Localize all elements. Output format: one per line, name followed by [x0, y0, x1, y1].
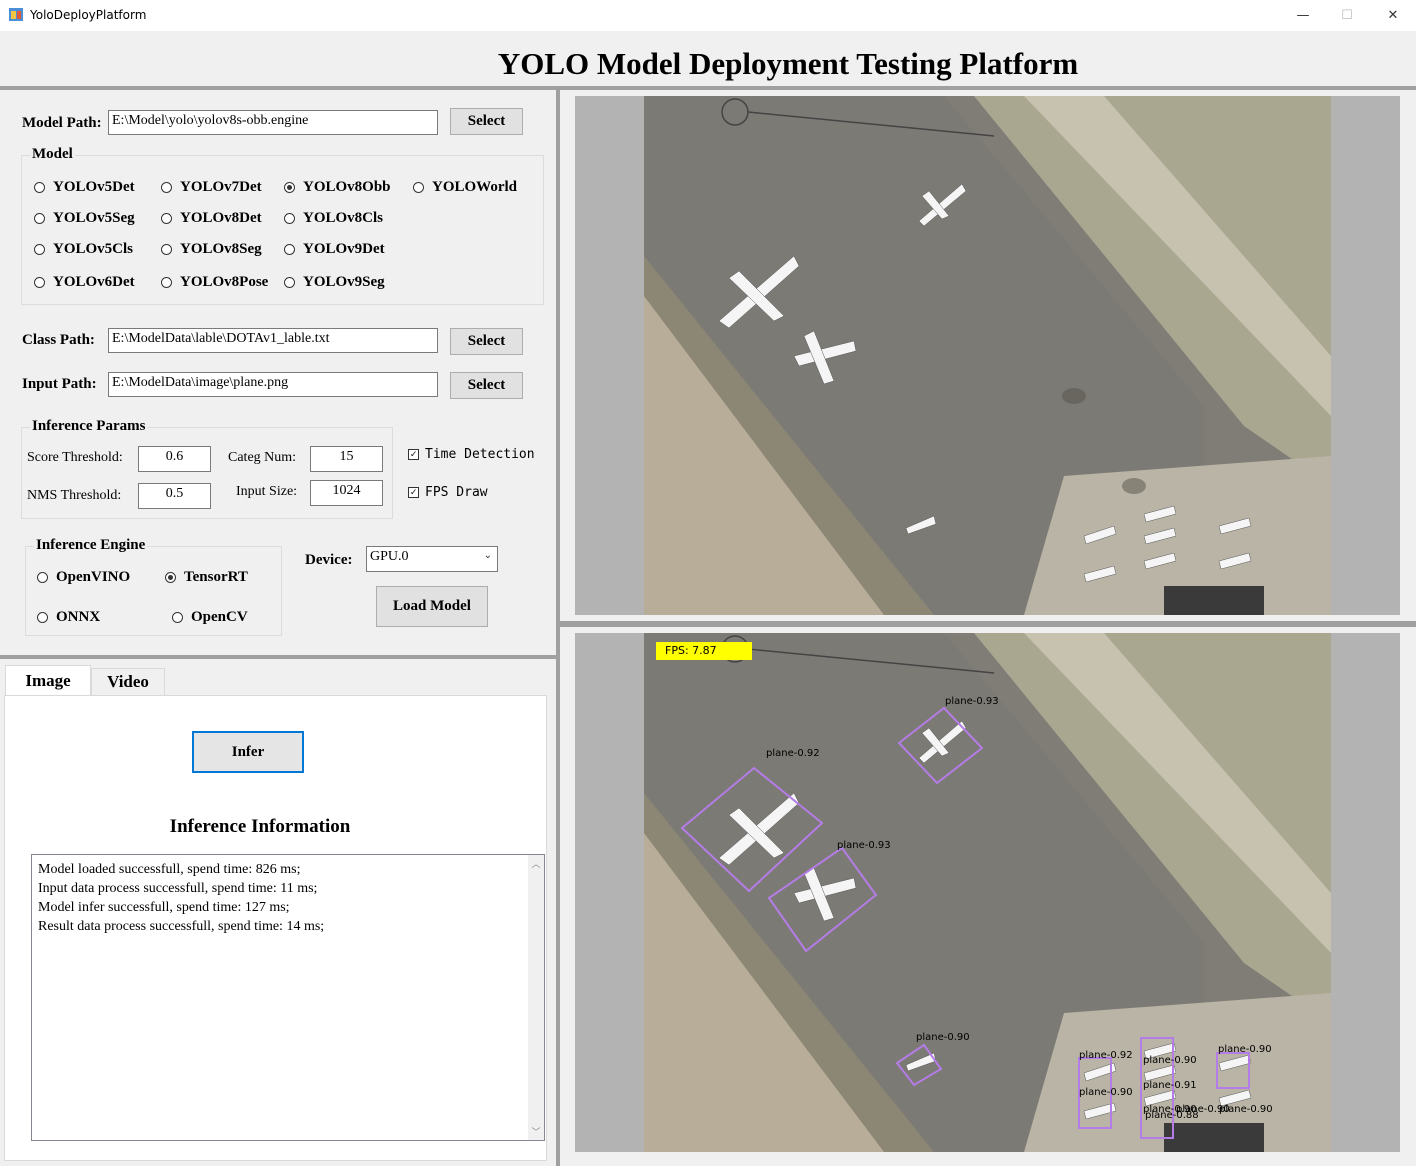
log-line: Model infer successfull, spend time: 127…	[38, 900, 290, 915]
input-size-label: Input Size:	[236, 484, 298, 499]
vertical-splitter[interactable]	[556, 90, 560, 1166]
detection-label: plane-0.90	[1079, 1087, 1133, 1098]
input-path-input[interactable]: E:\ModelData\image\plane.png	[108, 372, 438, 397]
class-path-input[interactable]: E:\ModelData\lable\DOTAv1_lable.txt	[108, 328, 438, 353]
radio-opencv[interactable]: OpenCV	[172, 609, 248, 626]
app-icon	[9, 8, 23, 21]
tab-image[interactable]: Image	[5, 665, 91, 696]
model-group: Model YOLOv5Det YOLOv7Det YOLOv8Obb YOLO…	[21, 146, 544, 305]
model-path-input[interactable]: E:\Model\yolo\yolov8s-obb.engine	[108, 110, 438, 135]
class-select-button[interactable]: Select	[450, 328, 523, 355]
radio-openvino[interactable]: OpenVINO	[37, 569, 130, 586]
radio-yolov8det[interactable]: YOLOv8Det	[161, 210, 262, 227]
result-image: FPS: 7.87 plane-0.93 plane-0.92 plane-0.…	[644, 633, 1331, 1152]
radio-yolov7det[interactable]: YOLOv7Det	[161, 179, 262, 196]
nms-threshold-input[interactable]: 0.5	[138, 483, 211, 509]
radio-yolov9det[interactable]: YOLOv9Det	[284, 241, 385, 258]
radio-yolov8obb[interactable]: YOLOv8Obb	[284, 179, 391, 196]
header: YOLO Model Deployment Testing Platform	[0, 32, 1416, 88]
radio-yolov9seg[interactable]: YOLOv9Seg	[284, 274, 385, 291]
log-line: Input data process successfull, spend ti…	[38, 881, 318, 896]
inference-info-title: Inference Information	[169, 816, 351, 837]
minimize-button[interactable]: —	[1280, 0, 1326, 31]
tab-video[interactable]: Video	[91, 668, 165, 695]
page-title: YOLO Model Deployment Testing Platform	[497, 46, 1079, 81]
detection-label: plane-0.92	[1079, 1050, 1133, 1061]
nms-threshold-label: NMS Threshold:	[27, 488, 122, 503]
fps-draw-checkbox[interactable]: ✓ FPS Draw	[408, 485, 488, 500]
scroll-down-icon[interactable]: ﹀	[528, 1125, 544, 1138]
detection-label: plane-0.90	[1218, 1044, 1272, 1055]
scrollbar[interactable]: ︿ ﹀	[528, 855, 544, 1140]
log-line: Result data process successfull, spend t…	[38, 919, 325, 934]
input-path-label: Input Path:	[22, 376, 97, 392]
input-image-view	[575, 96, 1400, 615]
device-label: Device:	[305, 552, 353, 568]
detection-label: plane-0.91	[1143, 1080, 1197, 1091]
window-titlebar: YoloDeployPlatform — ☐ ✕	[0, 0, 1416, 31]
class-path-label: Class Path:	[22, 332, 95, 348]
result-image-view: FPS: 7.87 plane-0.93 plane-0.92 plane-0.…	[575, 633, 1400, 1152]
inference-params-group: Inference Params Score Threshold: 0.6 Ca…	[21, 418, 393, 519]
device-select[interactable]: GPU.0 ⌄	[366, 546, 498, 572]
radio-yolov8cls[interactable]: YOLOv8Cls	[284, 210, 383, 227]
detection-label: plane-0.90	[916, 1032, 970, 1043]
model-select-button[interactable]: Select	[450, 108, 523, 135]
params-caption: Inference Params	[30, 418, 148, 435]
score-threshold-label: Score Threshold:	[27, 450, 123, 465]
radio-yolov5cls[interactable]: YOLOv5Cls	[34, 241, 133, 258]
radio-yolov5seg[interactable]: YOLOv5Seg	[34, 210, 135, 227]
tab-image-content: Infer Inference Information Model loaded…	[4, 695, 547, 1161]
detection-label: plane-0.93	[837, 840, 891, 851]
radio-tensorrt[interactable]: TensorRT	[165, 569, 248, 586]
window-title: YoloDeployPlatform	[30, 8, 147, 22]
input-select-button[interactable]: Select	[450, 372, 523, 399]
inference-panel: Image Video Infer Inference Information …	[0, 659, 556, 1166]
settings-panel: Model Path: E:\Model\yolo\yolov8s-obb.en…	[0, 90, 556, 655]
time-detection-checkbox[interactable]: ✓ Time Detection	[408, 447, 535, 462]
maximize-button[interactable]: ☐	[1324, 0, 1370, 31]
chevron-down-icon: ⌄	[483, 550, 492, 561]
scroll-up-icon[interactable]: ︿	[528, 857, 544, 870]
score-threshold-input[interactable]: 0.6	[138, 446, 211, 472]
input-size-input[interactable]: 1024	[310, 480, 383, 506]
radio-onnx[interactable]: ONNX	[37, 609, 100, 626]
radio-yolov8pose[interactable]: YOLOv8Pose	[161, 274, 268, 291]
input-image	[644, 96, 1331, 615]
inference-engine-group: Inference Engine OpenVINO TensorRT ONNX …	[25, 537, 282, 636]
detection-label: plane-0.90	[1176, 1104, 1230, 1115]
inference-log-textbox[interactable]: Model loaded successfull, spend time: 82…	[31, 854, 545, 1141]
radio-yolov8seg[interactable]: YOLOv8Seg	[161, 241, 262, 258]
radio-yolov5det[interactable]: YOLOv5Det	[34, 179, 135, 196]
detection-label: plane-0.90	[1143, 1055, 1197, 1066]
log-line: Model loaded successfull, spend time: 82…	[38, 862, 301, 877]
radio-yolov6det[interactable]: YOLOv6Det	[34, 274, 135, 291]
detection-label: plane-0.93	[945, 696, 999, 707]
fps-overlay: FPS: 7.87	[656, 642, 752, 660]
right-splitter[interactable]	[560, 621, 1416, 627]
categ-num-label: Categ Num:	[228, 450, 297, 465]
engine-caption: Inference Engine	[34, 537, 148, 554]
categ-num-input[interactable]: 15	[310, 446, 383, 472]
load-model-button[interactable]: Load Model	[376, 586, 488, 627]
detection-label: plane-0.92	[766, 748, 820, 759]
model-group-caption: Model	[30, 146, 75, 163]
radio-yoloworld[interactable]: YOLOWorld	[413, 179, 517, 196]
infer-button[interactable]: Infer	[192, 731, 304, 773]
model-path-label: Model Path:	[22, 115, 102, 131]
close-button[interactable]: ✕	[1370, 0, 1416, 31]
